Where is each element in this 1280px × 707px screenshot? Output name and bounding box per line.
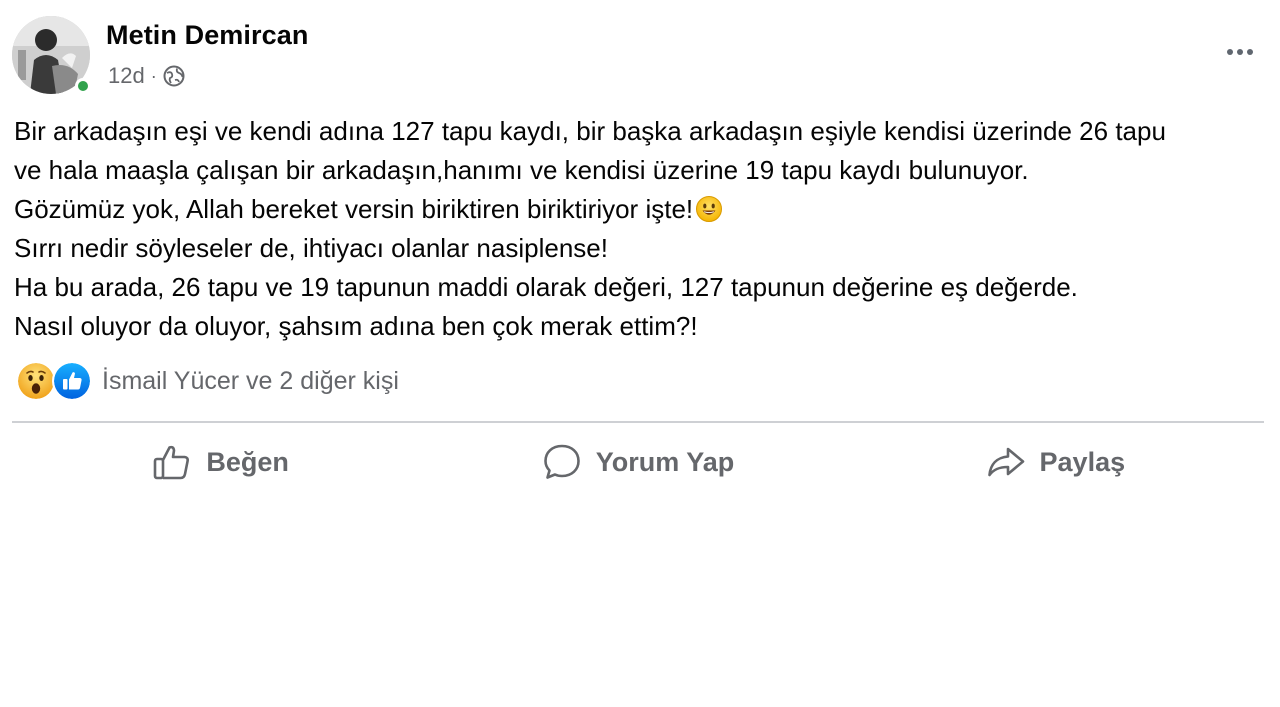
reaction-icons <box>16 361 92 401</box>
post-body-line: Bir arkadaşın eşi ve kendi adına 127 tap… <box>14 116 1166 146</box>
more-dot <box>1247 49 1253 55</box>
author-name[interactable]: Metin Demircan <box>106 20 308 51</box>
more-options-icon[interactable] <box>1220 38 1260 66</box>
post-body-line: ve hala maaşla çalışan bir arkadaşın,han… <box>14 155 1029 185</box>
globe-icon[interactable] <box>163 65 185 87</box>
share-button-label: Paylaş <box>1039 446 1126 477</box>
comment-button-label: Yorum Yap <box>595 446 735 477</box>
comment-button[interactable]: Yorum Yap <box>429 432 846 492</box>
post-body-line-with-emoji: Gözümüz yok, Allah bereket versin birikt… <box>14 190 1274 229</box>
post-timestamp[interactable]: 12d <box>108 63 145 89</box>
post-body-line: Ha bu arada, 26 tapu ve 19 tapunun maddi… <box>14 272 1078 302</box>
meta-separator: · <box>150 65 157 86</box>
thumbs-up-icon <box>152 442 192 482</box>
post-body-line: Gözümüz yok, Allah bereket versin birikt… <box>14 194 694 224</box>
more-dot <box>1237 49 1243 55</box>
share-button[interactable]: Paylaş <box>847 432 1264 492</box>
like-reaction-icon <box>52 361 92 401</box>
like-button-label: Beğen <box>206 446 289 477</box>
more-dot <box>1227 49 1233 55</box>
online-status-indicator <box>75 78 91 94</box>
post-actions: Beğen Yorum Yap Paylaş <box>12 432 1264 492</box>
post-card: Metin Demircan 12d · Bir arkadaşın eşi v… <box>0 0 1280 707</box>
actions-divider <box>12 421 1264 423</box>
reactions-bar[interactable]: İsmail Yücer ve 2 diğer kişi <box>16 361 399 401</box>
post-body-line: Sırrı nedir söyleseler de, ihtiyacı olan… <box>14 233 608 263</box>
post-header: Metin Demircan 12d · <box>12 16 1268 96</box>
post-body: Bir arkadaşın eşi ve kendi adına 127 tap… <box>14 112 1274 346</box>
reactions-summary[interactable]: İsmail Yücer ve 2 diğer kişi <box>102 367 399 396</box>
post-meta: 12d · <box>108 62 185 90</box>
comment-icon <box>542 442 582 482</box>
wow-reaction-icon <box>16 361 56 401</box>
post-body-line: Nasıl oluyor da oluyor, şahsım adına ben… <box>14 311 698 341</box>
smiling-face-emoji <box>696 196 723 222</box>
share-icon <box>986 442 1026 482</box>
like-button[interactable]: Beğen <box>12 432 429 492</box>
